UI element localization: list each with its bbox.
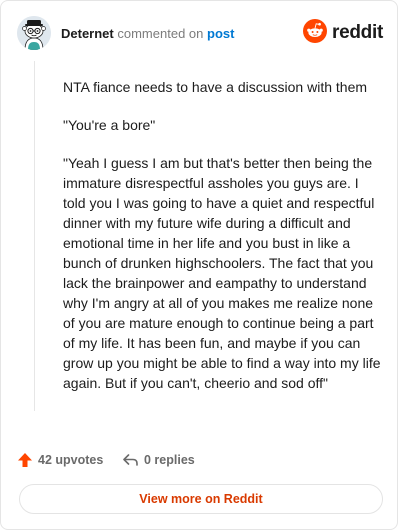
reply-arrow-icon <box>122 452 139 468</box>
upvote-button[interactable]: 42 upvotes <box>17 450 103 470</box>
view-more-button[interactable]: View more on Reddit <box>19 484 383 514</box>
comment-embed-card: Deternet commented on post reddit NTA fi… <box>0 0 398 530</box>
comment-paragraph: "You're a bore" <box>63 117 156 133</box>
thread-line <box>34 61 35 411</box>
reply-button[interactable]: 0 replies <box>122 450 195 470</box>
upvote-count: 42 upvotes <box>38 453 104 467</box>
comment-paragraph: NTA fiance needs to have a discussion wi… <box>63 79 368 95</box>
comment-paragraph: "Yeah I guess I am but that's better the… <box>63 155 381 391</box>
upvote-arrow-icon <box>17 452 33 468</box>
reply-count: 0 replies <box>144 453 195 467</box>
snoo-avatar-icon[interactable] <box>17 16 51 50</box>
reddit-wordmark: reddit <box>332 22 383 43</box>
comment-meta: Deternet commented on post <box>61 26 234 42</box>
post-link[interactable]: post <box>207 26 234 41</box>
username-link[interactable]: Deternet <box>61 26 114 41</box>
commented-on-text: commented on <box>117 26 204 41</box>
comment-header: Deternet commented on post reddit <box>17 16 383 52</box>
reddit-brand[interactable]: reddit <box>303 18 383 48</box>
comment-body: NTA fiance needs to have a discussion wi… <box>63 77 381 411</box>
reddit-logo-icon <box>303 18 328 48</box>
